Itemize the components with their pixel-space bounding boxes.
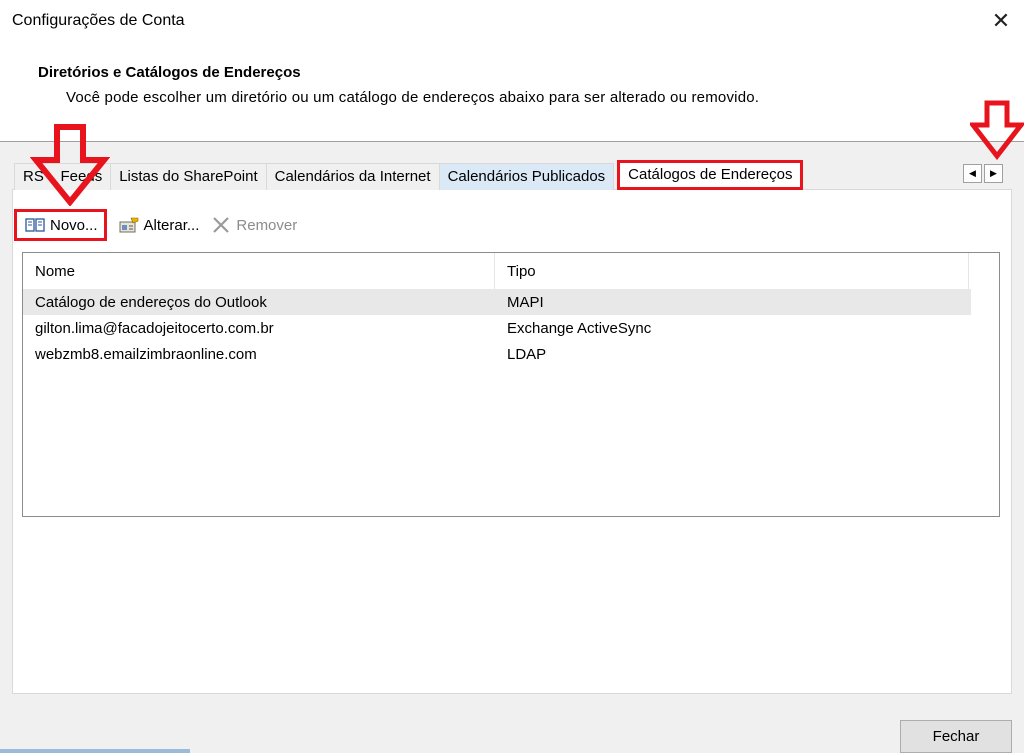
section-title: Diretórios e Catálogos de Endereços <box>38 64 301 81</box>
edit-button[interactable]: Alterar... <box>113 209 206 241</box>
section-description: Você pode escolher um diretório ou um ca… <box>66 89 760 106</box>
list-header: Nome Tipo <box>23 253 999 289</box>
address-book-icon <box>25 218 45 232</box>
tab-published-calendars[interactable]: Calendários Publicados <box>438 163 615 190</box>
row-type: MAPI <box>507 293 544 311</box>
edit-card-icon <box>119 217 138 233</box>
new-button-label: Novo... <box>50 216 98 234</box>
scroll-left-icon[interactable]: ◀ <box>963 164 982 183</box>
dialog-header: Configurações de Conta ✕ Diretórios e Ca… <box>0 0 1024 142</box>
row-name: gilton.lima@facadojeitocerto.com.br <box>35 319 274 337</box>
row-name: Catálogo de endereços do Outlook <box>35 293 267 311</box>
tab-strip: RS Feeds Listas do SharePoint Calendário… <box>14 160 804 190</box>
row-type: LDAP <box>507 345 547 363</box>
window-title: Configurações de Conta <box>12 12 185 29</box>
list-row[interactable]: webzmb8.emailzimbraonline.com LDAP <box>23 341 971 367</box>
scroll-right-icon[interactable]: ▶ <box>984 164 1003 183</box>
address-book-list: Nome Tipo Catálogo de endereços do Outlo… <box>22 252 1000 517</box>
remove-x-icon <box>213 217 230 233</box>
down-arrow-annotation-icon <box>30 124 110 206</box>
remove-button-label: Remover <box>236 216 298 234</box>
tab-address-books[interactable]: Catálogos de Endereços <box>617 160 804 190</box>
close-icon[interactable]: ✕ <box>986 6 1016 36</box>
bottom-strip <box>0 749 190 753</box>
tab-internet-calendars[interactable]: Calendários da Internet <box>265 163 440 190</box>
row-name: webzmb8.emailzimbraonline.com <box>35 345 257 363</box>
toolbar: Novo... Alterar... Remover <box>14 208 303 242</box>
tab-scroll-buttons: ◀ ▶ <box>963 164 1005 183</box>
edit-button-label: Alterar... <box>143 216 200 234</box>
down-arrow-annotation-icon <box>970 100 1024 160</box>
tab-sharepoint-lists[interactable]: Listas do SharePoint <box>110 163 267 190</box>
column-header-name[interactable]: Nome <box>23 253 495 289</box>
new-button[interactable]: Novo... <box>14 209 107 241</box>
list-row[interactable]: gilton.lima@facadojeitocerto.com.br Exch… <box>23 315 971 341</box>
close-button[interactable]: Fechar <box>900 720 1012 753</box>
column-header-type[interactable]: Tipo <box>495 253 969 289</box>
list-row[interactable]: Catálogo de endereços do Outlook MAPI <box>23 289 971 315</box>
remove-button[interactable]: Remover <box>205 209 303 241</box>
row-type: Exchange ActiveSync <box>507 319 652 337</box>
